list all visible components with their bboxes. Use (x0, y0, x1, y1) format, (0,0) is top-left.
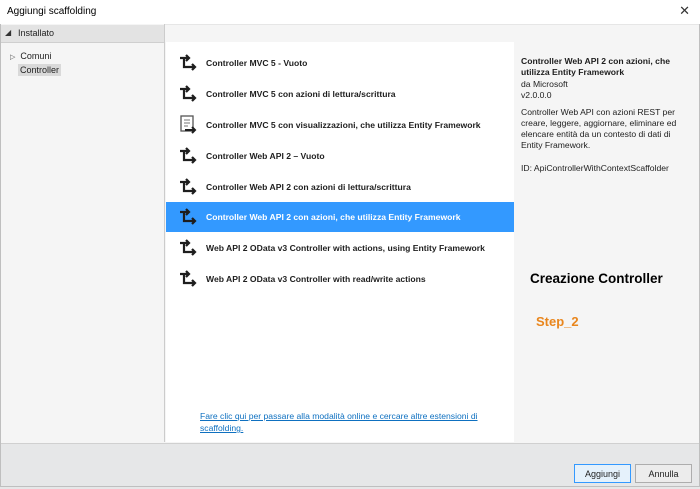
online-search-link[interactable]: Fare clic qui per passare alla modalità … (200, 410, 500, 434)
category-panel: ◢ Installato ▷ Comuni Controller (0, 24, 165, 442)
details-title: Controller Web API 2 con azioni, che uti… (521, 56, 670, 77)
cancel-button[interactable]: Annulla (635, 464, 692, 483)
template-item-selected[interactable]: Controller Web API 2 con azioni, che uti… (166, 202, 514, 232)
controller-arrows-icon (176, 267, 200, 291)
controller-arrows-icon (176, 205, 200, 229)
controller-arrows-icon (176, 51, 200, 75)
template-label: Controller MVC 5 con azioni di lettura/s… (206, 89, 396, 99)
template-label: Controller MVC 5 con visualizzazioni, ch… (206, 120, 481, 130)
close-icon[interactable]: ✕ (679, 4, 690, 18)
details-id: ID: ApiControllerWithContextScaffolder (521, 163, 669, 173)
dialog-footer: Aggiungi Annulla (0, 443, 700, 489)
template-label: Web API 2 OData v3 Controller with actio… (206, 243, 485, 253)
add-button[interactable]: Aggiungi (574, 464, 631, 483)
controller-arrows-icon (176, 236, 200, 260)
template-label: Web API 2 OData v3 Controller with read/… (206, 274, 426, 284)
template-item[interactable]: Controller MVC 5 con visualizzazioni, ch… (166, 110, 514, 140)
installed-label: Installato (18, 28, 55, 38)
details-description: Controller Web API con azioni REST per c… (521, 107, 677, 150)
template-item[interactable]: Controller Web API 2 con azioni di lettu… (166, 172, 514, 202)
template-item[interactable]: Controller Web API 2 – Vuoto (166, 141, 514, 171)
template-list: Controller MVC 5 - Vuoto Controller MVC … (166, 42, 514, 442)
template-label: Controller Web API 2 con azioni di lettu… (206, 182, 411, 192)
details-version: v2.0.0.0 (521, 90, 552, 100)
installed-header[interactable]: ◢ Installato (0, 25, 164, 43)
controller-arrows-icon (176, 82, 200, 106)
details-author: da Microsoft (521, 79, 568, 89)
template-item[interactable]: Web API 2 OData v3 Controller with actio… (166, 233, 514, 263)
template-item[interactable]: Controller MVC 5 con azioni di lettura/s… (166, 79, 514, 109)
tree-item-comuni[interactable]: ▷ Comuni (10, 51, 51, 61)
details-panel: Controller Web API 2 con azioni, che uti… (515, 42, 698, 442)
template-label: Controller MVC 5 - Vuoto (206, 58, 308, 68)
controller-views-icon (176, 113, 200, 137)
controller-arrows-icon (176, 144, 200, 168)
window-title: Aggiungi scaffolding (7, 6, 97, 17)
template-item[interactable]: Controller MVC 5 - Vuoto (166, 48, 514, 78)
expand-arrow-icon[interactable]: ▷ (10, 54, 15, 61)
template-label: Controller Web API 2 con azioni, che uti… (206, 212, 461, 222)
annotation-title: Creazione Controller (530, 271, 663, 286)
tree-item-controller[interactable]: Controller (18, 64, 62, 76)
collapse-triangle-icon: ◢ (5, 28, 12, 37)
tree-item-label: Comuni (20, 51, 52, 61)
template-item[interactable]: Web API 2 OData v3 Controller with read/… (166, 264, 514, 294)
title-bar: Aggiungi scaffolding ✕ (0, 0, 700, 25)
template-label: Controller Web API 2 – Vuoto (206, 151, 325, 161)
controller-arrows-icon (176, 175, 200, 199)
annotation-step: Step_2 (536, 314, 579, 329)
